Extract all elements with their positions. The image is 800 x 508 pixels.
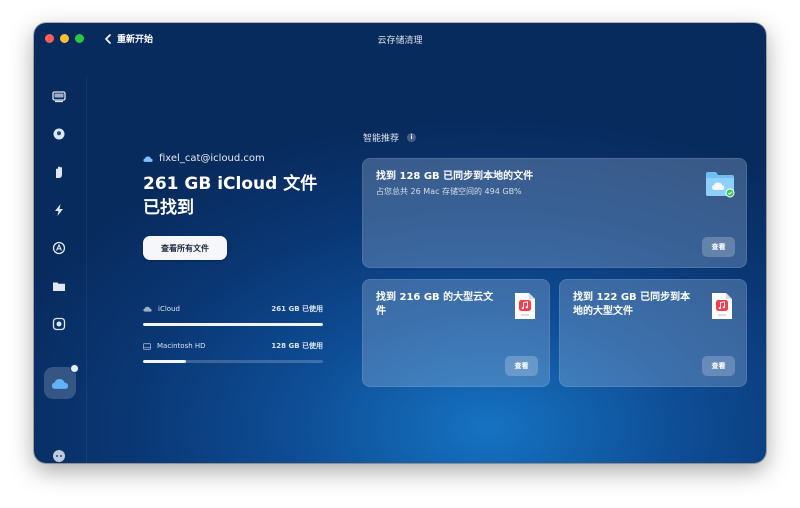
sidebar-item-space-lens[interactable] <box>50 315 68 333</box>
app-window: 重新开始 云存储清理 fixel_cat@icloud.com 261 GB i… <box>34 23 766 463</box>
card-view-button[interactable]: 查看 <box>702 356 735 376</box>
sidebar <box>34 77 86 463</box>
hand-icon <box>56 166 62 178</box>
card-view-button[interactable]: 查看 <box>702 237 735 257</box>
storage-bar <box>143 360 323 363</box>
storage-icloud: iCloud 261 GB 已使用 <box>143 304 323 326</box>
storage-name: Macintosh HD <box>157 342 206 350</box>
card-title: 找到 128 GB 已同步到本地的文件 <box>376 171 534 182</box>
card-subtitle: 占您总共 26 Mac 存储空间的 494 GB% <box>376 187 522 196</box>
music-file-icon <box>712 293 732 319</box>
headline-line-2: 已找到 <box>143 198 194 218</box>
view-all-files-button[interactable]: 查看所有文件 <box>143 236 227 260</box>
music-file-icon <box>515 293 535 319</box>
card-view-button[interactable]: 查看 <box>505 356 538 376</box>
shield-icon <box>53 128 65 140</box>
sidebar-item-cloud-cleanup[interactable] <box>44 364 79 399</box>
storage-bar-fill <box>143 360 187 363</box>
recommendations-title: 智能推荐 <box>363 134 400 144</box>
apps-icon <box>52 241 66 255</box>
active-badge <box>70 364 79 373</box>
found-headline: 261 GB iCloud 文件 已找到 <box>143 172 323 220</box>
icloud-icon <box>143 306 152 312</box>
hard-drive-icon <box>143 342 151 350</box>
storage-bar <box>143 323 323 326</box>
sidebar-assistant[interactable] <box>50 447 68 463</box>
space-lens-icon <box>52 317 66 331</box>
recommendations-heading: 智能推荐 i <box>363 131 417 144</box>
sidebar-item-cleanup[interactable] <box>50 87 68 105</box>
cloud-icon <box>51 378 69 389</box>
card-synced-local-files[interactable]: 找到 128 GB 已同步到本地的文件 占您总共 26 Mac 存储空间的 49… <box>362 158 747 268</box>
storage-bar-fill <box>143 323 323 326</box>
info-icon[interactable]: i <box>407 133 417 142</box>
account-row: fixel_cat@icloud.com <box>143 153 323 164</box>
storage-name: iCloud <box>158 305 180 313</box>
sidebar-item-applications[interactable] <box>50 239 68 257</box>
card-title: 找到 122 GB 已同步到本 地的大型文件 <box>573 291 690 319</box>
assistant-icon <box>53 450 65 462</box>
window-title: 云存储清理 <box>377 36 423 46</box>
folder-icon <box>53 282 65 291</box>
card-title-line-2: 地的大型文件 <box>573 306 633 317</box>
icloud-folder-icon <box>706 172 735 198</box>
headline-line-1: 261 GB iCloud 文件 <box>143 174 318 194</box>
sidebar-item-performance[interactable] <box>50 163 68 181</box>
card-large-cloud-files[interactable]: 找到 216 GB 的大型云文 件 查看 <box>362 279 550 387</box>
storage-macintosh-hd: Macintosh HD 128 GB 已使用 <box>143 341 323 363</box>
sidebar-item-protection[interactable] <box>50 125 68 143</box>
sidebar-divider <box>86 77 87 463</box>
card-title-line-1: 找到 216 GB 的大型云文 <box>376 292 494 303</box>
sidebar-item-speed[interactable] <box>50 201 68 219</box>
account-email: fixel_cat@icloud.com <box>159 153 265 164</box>
summary-panel: fixel_cat@icloud.com 261 GB iCloud 文件 已找… <box>143 153 323 260</box>
card-title-line-2: 件 <box>376 306 386 317</box>
card-title-line-1: 找到 122 GB 已同步到本 <box>573 292 691 303</box>
card-title: 找到 216 GB 的大型云文 件 <box>376 291 493 319</box>
lightning-icon <box>55 204 63 216</box>
disk-icon <box>52 91 66 103</box>
card-large-synced-files[interactable]: 找到 122 GB 已同步到本 地的大型文件 查看 <box>559 279 747 387</box>
icloud-icon <box>143 156 153 162</box>
sidebar-item-files[interactable] <box>50 277 68 295</box>
storage-used: 261 GB 已使用 <box>271 305 323 313</box>
storage-used: 128 GB 已使用 <box>271 342 323 350</box>
